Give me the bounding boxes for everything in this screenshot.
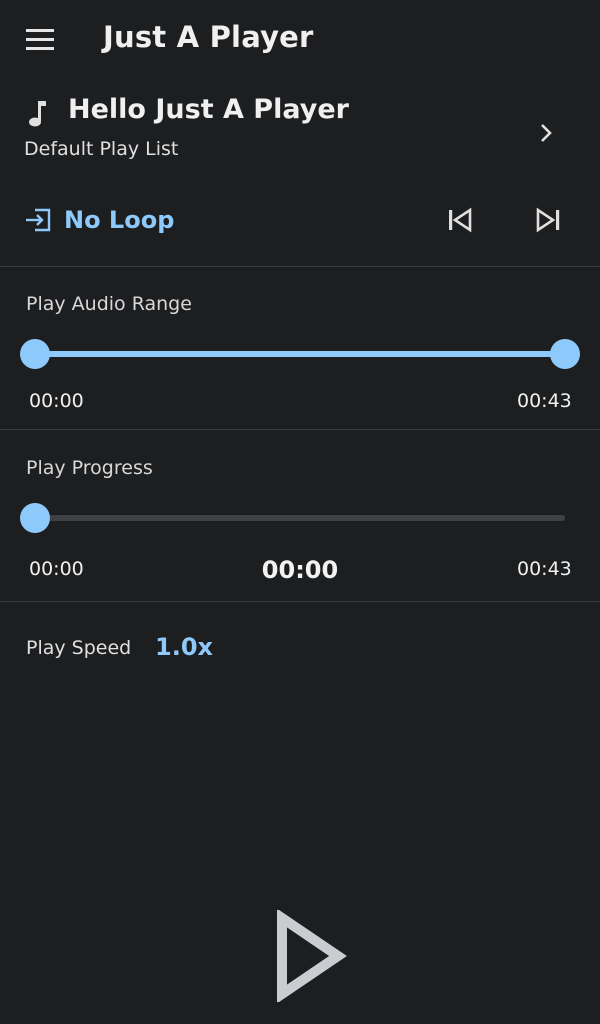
loop-mode-label: No Loop: [64, 206, 175, 234]
divider: [0, 601, 600, 602]
range-start-thumb[interactable]: [20, 339, 50, 369]
play-icon[interactable]: [270, 908, 350, 1004]
chevron-right-icon: [538, 122, 556, 144]
range-end-time: 00:43: [517, 390, 572, 412]
track-title: Hello Just A Player: [68, 94, 349, 125]
range-start-time: 00:00: [29, 390, 84, 412]
speed-label: Play Speed: [26, 637, 132, 659]
skip-next-icon[interactable]: [532, 204, 564, 236]
music-note-icon: [26, 99, 50, 129]
speed-value-button[interactable]: 1.0x: [155, 633, 213, 661]
player-screen: Just A Player Hello Just A Player Defaul…: [0, 0, 600, 1024]
progress-section-label: Play Progress: [26, 457, 153, 479]
playlist-name: Default Play List: [24, 138, 179, 160]
progress-thumb[interactable]: [20, 503, 50, 533]
range-section-label: Play Audio Range: [26, 293, 192, 315]
loop-mode-icon: [24, 205, 54, 235]
current-track-row[interactable]: Hello Just A Player Default Play List: [0, 92, 600, 172]
current-time: 00:00: [261, 556, 339, 584]
progress-end-time: 00:43: [517, 558, 572, 580]
range-end-thumb[interactable]: [550, 339, 580, 369]
divider: [0, 429, 600, 430]
divider: [0, 266, 600, 267]
range-slider-track[interactable]: [35, 351, 565, 357]
progress-slider-track[interactable]: [35, 515, 565, 521]
skip-previous-icon[interactable]: [444, 204, 476, 236]
loop-mode-button[interactable]: No Loop: [24, 198, 174, 242]
app-title: Just A Player: [103, 20, 314, 54]
hamburger-menu-icon[interactable]: [26, 29, 56, 51]
